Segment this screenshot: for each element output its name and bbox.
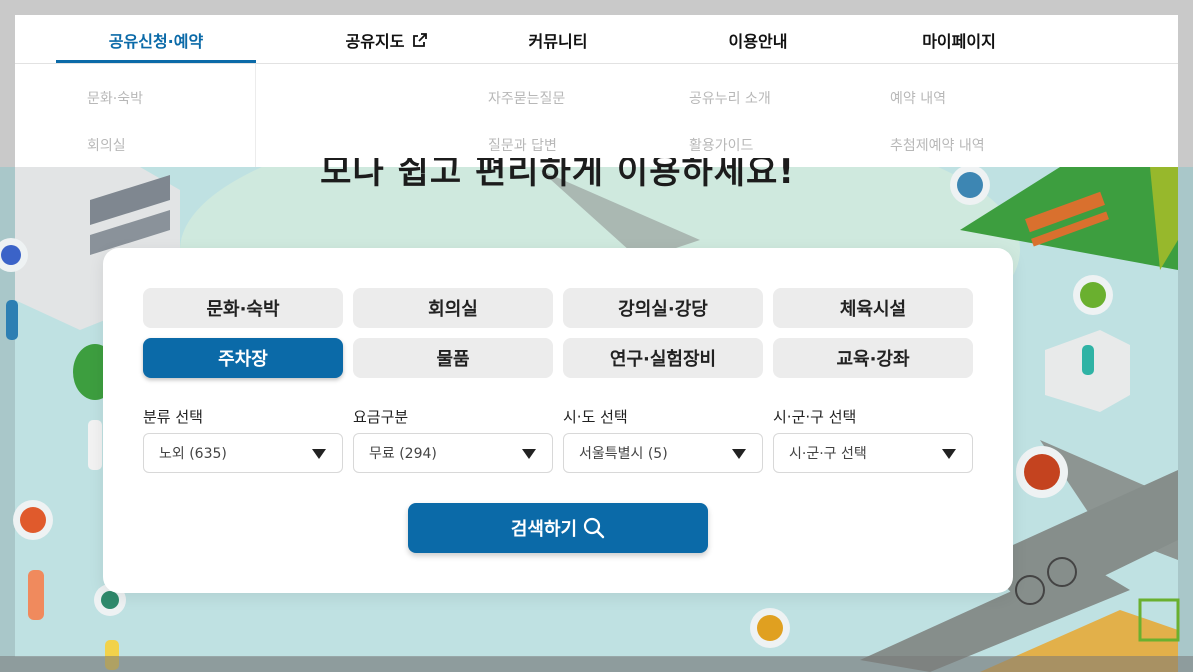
category-culture-lodging[interactable]: 문화·숙박 <box>143 288 343 328</box>
caret-down-icon <box>312 449 326 459</box>
nav-label: 공유신청·예약 <box>108 31 204 51</box>
select-value: 무료 (294) <box>369 446 437 462</box>
category-label: 물품 <box>436 349 470 370</box>
nav-item-share-map[interactable]: 공유지도 <box>287 15 487 64</box>
submenu-item[interactable]: 문화·숙박 <box>87 88 143 108</box>
submenu-item[interactable]: 공유누리 소개 <box>689 88 771 108</box>
submenu-item[interactable]: 회의실 <box>87 135 126 155</box>
submenu-item[interactable]: 자주묻는질문 <box>488 88 565 108</box>
overlay-top <box>0 0 1193 15</box>
search-icon <box>584 517 605 539</box>
overlay-left <box>0 15 15 167</box>
nav-item-guide[interactable]: 이용안내 <box>658 15 858 64</box>
submenu-item[interactable]: 추첨제예약 내역 <box>890 135 985 155</box>
nav-item-share-apply[interactable]: 공유신청·예약 <box>56 15 256 64</box>
category-label: 연구·실험장비 <box>609 349 717 370</box>
nav-item-community[interactable]: 커뮤니티 <box>458 15 658 64</box>
overlay-right <box>1178 15 1193 167</box>
nav-label: 커뮤니티 <box>528 31 588 51</box>
active-tab-underline <box>56 60 256 63</box>
submenu-col1 <box>56 64 256 167</box>
caret-down-icon <box>522 449 536 459</box>
select-value: 서울특별시 (5) <box>579 446 668 462</box>
submenu-item[interactable]: 예약 내역 <box>890 88 946 108</box>
category-meeting-room[interactable]: 회의실 <box>353 288 553 328</box>
nav-label: 마이페이지 <box>922 31 996 51</box>
type-select[interactable]: 노외 (635) <box>143 433 343 473</box>
filter-label-type: 분류 선택 <box>143 408 203 426</box>
filter-label-fee: 요금구분 <box>353 408 409 426</box>
submenu-item[interactable]: 질문과 답변 <box>488 135 557 155</box>
search-card: 문화·숙박 회의실 강의실·강당 체육시설 주차장 물품 연구·실험장비 교육·… <box>103 248 1013 593</box>
nav-label: 이용안내 <box>728 31 788 51</box>
category-label: 회의실 <box>428 299 478 320</box>
bottom-shade <box>0 656 1193 672</box>
search-button-label: 검색하기 <box>510 519 578 540</box>
select-value: 시·군·구 선택 <box>789 446 867 462</box>
category-sports[interactable]: 체육시설 <box>773 288 973 328</box>
category-label: 문화·숙박 <box>206 299 280 320</box>
search-button[interactable]: 검색하기 <box>408 503 708 553</box>
hero-headline-text: 모나 쉽고 편리하게 이용하세요! <box>320 158 795 192</box>
external-link-icon <box>413 32 428 47</box>
category-label: 주차장 <box>218 349 268 370</box>
caret-down-icon <box>732 449 746 459</box>
category-goods[interactable]: 물품 <box>353 338 553 378</box>
nav-bar: 공유신청·예약 공유지도 커뮤니티 이용안내 마이페이지 <box>15 15 1178 64</box>
province-select[interactable]: 서울특별시 (5) <box>563 433 763 473</box>
nav-item-mypage[interactable]: 마이페이지 <box>859 15 1059 64</box>
fee-select[interactable]: 무료 (294) <box>353 433 553 473</box>
category-label: 강의실·강당 <box>618 299 708 320</box>
category-parking[interactable]: 주차장 <box>143 338 343 378</box>
hero-headline: 모나 쉽고 편리하게 이용하세요! <box>0 158 1115 198</box>
filter-label-province: 시·도 선택 <box>563 408 628 426</box>
category-lecture-hall[interactable]: 강의실·강당 <box>563 288 763 328</box>
category-research-equipment[interactable]: 연구·실험장비 <box>563 338 763 378</box>
select-value: 노외 (635) <box>159 446 227 462</box>
category-label: 체육시설 <box>839 299 907 320</box>
category-education[interactable]: 교육·강좌 <box>773 338 973 378</box>
nav-label: 공유지도 <box>345 31 405 51</box>
filter-label-district: 시·군·구 선택 <box>773 408 857 426</box>
district-select[interactable]: 시·군·구 선택 <box>773 433 973 473</box>
category-label: 교육·강좌 <box>836 349 910 370</box>
submenu-item[interactable]: 활용가이드 <box>689 135 753 155</box>
main-navigation: 공유신청·예약 공유지도 커뮤니티 이용안내 마이페이지 문화·숙박 회의실 자… <box>15 15 1178 167</box>
caret-down-icon <box>942 449 956 459</box>
